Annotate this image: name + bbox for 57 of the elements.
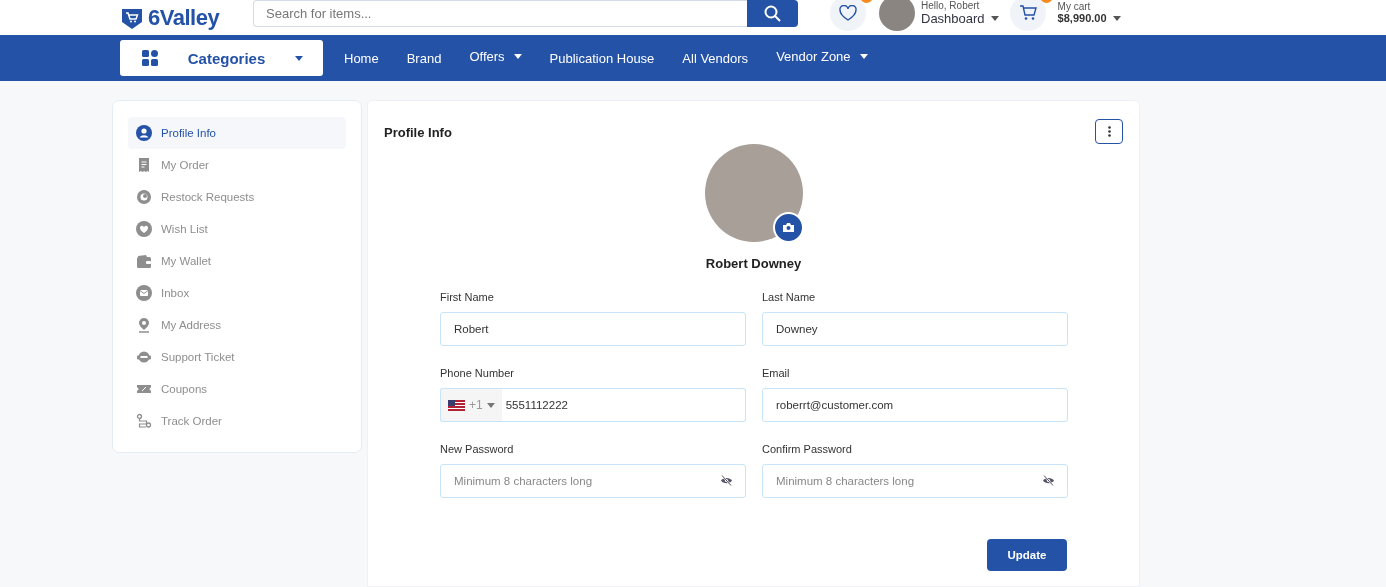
search-icon	[764, 5, 781, 22]
text-field[interactable]: Robert	[440, 312, 746, 346]
caret-icon	[990, 15, 999, 21]
field-label: Confirm Password	[762, 443, 853, 455]
field-label: First Name	[440, 291, 495, 303]
field-label: Email	[762, 367, 791, 379]
camera-icon	[782, 223, 794, 232]
photo-placeholder	[879, 0, 915, 31]
caret-icon	[513, 54, 522, 59]
eye-slash-icon	[720, 475, 733, 486]
dashboard-link[interactable]: Dashboard	[921, 10, 999, 26]
caret-icon	[295, 55, 303, 61]
sidebar-item[interactable]: Profile Info	[128, 117, 346, 149]
password-field[interactable]: Minimum 8 characters long	[440, 464, 746, 498]
mail-icon	[136, 285, 152, 301]
caret-icon	[1112, 15, 1121, 21]
sidebar-item[interactable]: Track Order	[128, 405, 346, 437]
update-button[interactable]: Update	[987, 539, 1067, 571]
cart-icon	[1018, 4, 1037, 21]
nav-link[interactable]: Publication House	[549, 50, 655, 66]
logo-text[interactable]: 6Valley	[148, 4, 220, 31]
search-button[interactable]	[747, 0, 798, 27]
nav-dropdown[interactable]: Offers	[469, 49, 522, 64]
cart-label: My cart	[1057, 1, 1092, 12]
password-field[interactable]: Minimum 8 characters long	[762, 464, 1068, 498]
route-icon	[136, 413, 152, 429]
grid-icon	[142, 50, 158, 66]
card-title: Profile Info	[384, 125, 452, 140]
field-label: Last Name	[762, 291, 817, 303]
wishlist-button[interactable]	[830, 0, 866, 31]
nav-link[interactable]: Brand	[406, 50, 442, 66]
nav-link[interactable]: All Vendors	[682, 50, 749, 66]
caret-icon	[859, 54, 868, 59]
restock-icon	[136, 189, 152, 205]
wallet-icon	[136, 253, 152, 269]
categories-dropdown[interactable]: Categories	[120, 40, 323, 76]
field-label: New Password	[440, 443, 515, 455]
more-icon	[1107, 126, 1111, 137]
heart-icon	[839, 4, 857, 21]
text-field[interactable]: Downey	[762, 312, 1068, 346]
more-button[interactable]	[1095, 119, 1123, 144]
eye-slash-icon	[1042, 475, 1055, 486]
sidebar-item[interactable]: Coupons	[128, 373, 346, 405]
search-field[interactable]: Search for items...	[253, 0, 747, 27]
sidebar-item[interactable]: My Order	[128, 149, 346, 181]
text-field[interactable]: roberrt@customer.com	[762, 388, 1068, 422]
receipt-icon	[136, 157, 152, 173]
cart-button[interactable]	[1009, 0, 1046, 31]
cart-total[interactable]: $8,990.00	[1057, 12, 1121, 24]
greeting-text: Hello, Robert	[921, 0, 981, 11]
nav-dropdown[interactable]: Vendor Zone	[776, 49, 868, 64]
nav-link[interactable]: Home	[344, 50, 379, 66]
location-pin-icon	[136, 317, 152, 333]
field-label: Phone Number	[440, 367, 515, 379]
headset-icon	[136, 349, 152, 365]
profile-icon	[136, 125, 152, 141]
user-name: Robert Downey	[705, 256, 802, 271]
